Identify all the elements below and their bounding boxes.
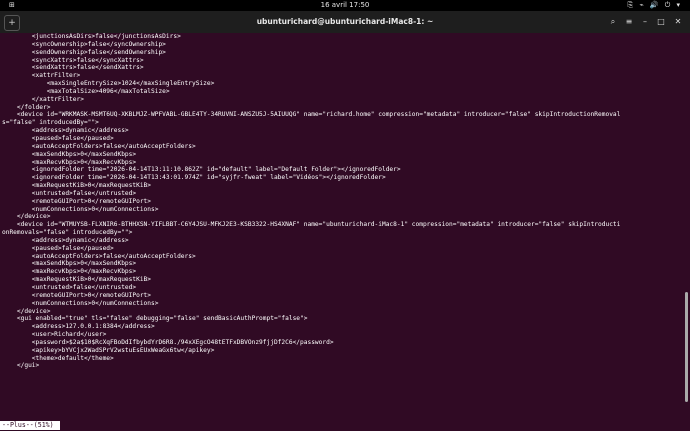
close-icon[interactable]: ✕	[671, 15, 685, 29]
terminal-titlebar: + ubunturichard@ubunturichard-iMac8-1: ~…	[0, 11, 690, 33]
terminal-scrollbar[interactable]	[685, 292, 688, 402]
terminal-output[interactable]: <junctionsAsDirs>false</junctionsAsDirs>…	[0, 33, 690, 431]
terminal-line: <maxRequestKiB>0</maxRequestKiB>	[2, 276, 152, 284]
terminal-line: onRemovals="false" introducedBy="">	[2, 229, 133, 237]
terminal-line: </device>	[2, 213, 51, 221]
pager-status-line: --Plus--(51%)	[0, 421, 60, 430]
clock-datetime[interactable]: 16 avril 17:50	[0, 0, 690, 11]
terminal-line: <address>dynamic</address>	[2, 127, 129, 135]
terminal-line: <maxTotalSize>4096</maxTotalSize>	[2, 87, 170, 95]
terminal-line: <maxRecvKbps>0</maxRecvKbps>	[2, 158, 137, 166]
terminal-line: <numConnections>0</numConnections>	[2, 299, 159, 307]
terminal-line: <user>Richard</user>	[2, 331, 107, 339]
menu-icon[interactable]: ≡	[622, 15, 636, 29]
terminal-line: <syncOwnership>false</syncOwnership>	[2, 40, 166, 48]
terminal-line: <maxRecvKbps>0</maxRecvKbps>	[2, 268, 137, 276]
minimize-icon[interactable]: –	[638, 15, 652, 29]
terminal-line: <ignoredFolder time="2026-04-14T13:43:01…	[2, 174, 386, 182]
text-cursor	[53, 421, 58, 429]
terminal-line: </xattrFilter>	[2, 95, 84, 103]
terminal-line: <password>$2a$10$RcXqFBoDdIfbybdYrD6R8./…	[2, 338, 334, 346]
terminal-line: <sendXattrs>false</sendXattrs>	[2, 64, 144, 72]
terminal-line: <xattrFilter>	[2, 72, 81, 80]
terminal-line: </gui>	[2, 362, 40, 370]
terminal-line: <maxSendKbps>0</maxSendKbps>	[2, 260, 137, 268]
terminal-line: s="false" introducedBy="">	[2, 119, 99, 127]
terminal-line: <ignoredFolder time="2026-04-14T13:11:10…	[2, 166, 401, 174]
terminal-line: </device>	[2, 307, 51, 315]
terminal-line: <theme>default</theme>	[2, 354, 114, 362]
terminal-line: <paused>false</paused>	[2, 134, 114, 142]
terminal-line: <untrusted>false</untrusted>	[2, 189, 137, 197]
system-status-icons[interactable]: ⎘ ⌁ 🔊 ⏻ ▾	[628, 0, 682, 11]
terminal-line: <paused>false</paused>	[2, 244, 114, 252]
terminal-line: <address>dynamic</address>	[2, 236, 129, 244]
terminal-line: <syncXattrs>false</syncXattrs>	[2, 56, 144, 64]
terminal-line: <maxSingleEntrySize>1024</maxSingleEntry…	[2, 80, 215, 88]
maximize-icon[interactable]: □	[654, 15, 668, 29]
terminal-line: <junctionsAsDirs>false</junctionsAsDirs>	[2, 33, 181, 40]
terminal-line: <maxRequestKiB>0</maxRequestKiB>	[2, 182, 152, 190]
terminal-line: </folder>	[2, 103, 51, 111]
terminal-line: <apikey>bYVCjx2WadSPrV2wstuEsEUxWeaGx6tw…	[2, 346, 215, 354]
terminal-line: <untrusted>false</untrusted>	[2, 284, 137, 291]
terminal-line: <numConnections>0</numConnections>	[2, 205, 159, 213]
terminal-line: <sendOwnership>false</sendOwnership>	[2, 48, 166, 56]
system-top-bar: ⊞ 16 avril 17:50 ⎘ ⌁ 🔊 ⏻ ▾	[0, 0, 690, 11]
terminal-line: <remoteGUIPort>0</remoteGUIPort>	[2, 197, 152, 205]
terminal-line: <maxSendKbps>0</maxSendKbps>	[2, 150, 137, 158]
terminal-line: <autoAcceptFolders>false</autoAcceptFold…	[2, 252, 196, 260]
terminal-line: <device id="WTMUYSB-FLXNIR6-BTHHXSN-YIFL…	[2, 221, 621, 229]
terminal-line: <remoteGUIPort>0</remoteGUIPort>	[2, 291, 152, 299]
terminal-line: <device id="WRKMASK-MSMT6UQ-XKBLMJZ-WPFV…	[2, 111, 621, 119]
terminal-line: <gui enabled="true" tls="false" debuggin…	[2, 315, 308, 323]
search-icon[interactable]: ⌕	[606, 15, 620, 29]
terminal-line: <address>127.0.0.1:8384</address>	[2, 323, 155, 331]
window-title: ubunturichard@ubunturichard-iMac8-1: ~	[256, 17, 434, 26]
terminal-line: <autoAcceptFolders>false</autoAcceptFold…	[2, 142, 196, 150]
pager-status-text: --Plus--(51%)	[2, 421, 54, 429]
